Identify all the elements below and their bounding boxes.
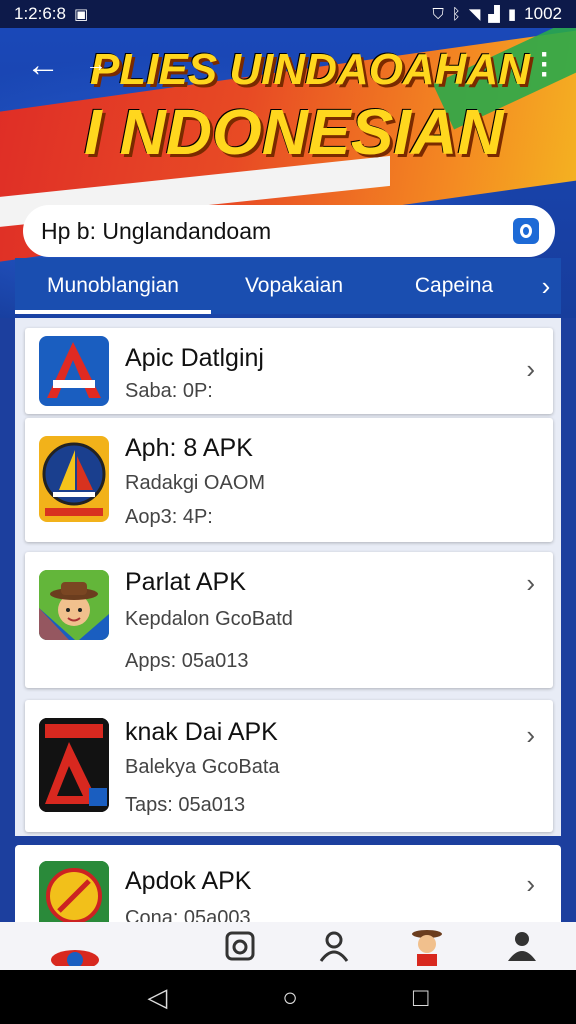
app-title: knak Dai APK xyxy=(125,718,278,746)
triangle-app-icon xyxy=(39,336,109,406)
chevron-right-icon[interactable]: › xyxy=(526,568,535,599)
list-item[interactable]: Apic Datlginj Saba: 0P: › xyxy=(25,328,553,414)
app-title: Aph: 8 APK xyxy=(125,434,253,462)
back-nav-icon[interactable]: ◁ xyxy=(147,982,167,1013)
group-icon[interactable] xyxy=(500,928,544,964)
chevron-right-icon[interactable]: › xyxy=(526,869,535,900)
app-detail: Apps: 05a013 xyxy=(125,650,249,672)
tab-bar: Munoblangian Vopakaian Capeina › xyxy=(15,258,561,314)
rocket-icon[interactable] xyxy=(40,928,110,966)
chevron-right-icon[interactable]: › xyxy=(526,720,535,751)
signal-icon: ▟ xyxy=(488,6,500,23)
system-nav-bar: ◁ ○ □ xyxy=(0,970,576,1024)
badge-app-icon xyxy=(39,861,109,931)
app-detail: Taps: 05a013 xyxy=(125,794,246,816)
app-detail: Aop3: 4P: xyxy=(125,506,213,528)
shield-icon: ⛉ xyxy=(432,5,444,23)
cowboy-app-icon xyxy=(39,570,109,640)
list-item[interactable]: Parlat APK Kepdalon GcoBatd Apps: 05a013… xyxy=(25,552,553,688)
chevron-right-icon[interactable]: › xyxy=(531,271,561,302)
person-icon[interactable] xyxy=(312,928,356,964)
app-title: Apic Datlginj xyxy=(125,344,264,372)
recents-nav-icon[interactable]: □ xyxy=(413,982,429,1013)
avatar[interactable] xyxy=(404,928,450,966)
app-detail: Kepdalon GcoBatd xyxy=(125,608,293,630)
wifi-icon: ◥ xyxy=(468,6,481,23)
list-item[interactable]: knak Dai APK Balekya GcoBata Taps: 05a01… xyxy=(25,700,553,832)
title-line-1: PLIES UINDAOAHAN xyxy=(90,45,531,94)
forward-arrow-icon[interactable]: → xyxy=(86,54,106,77)
notification-icon: ▣ xyxy=(74,6,89,23)
status-time: 1:2:6:8 xyxy=(14,4,66,23)
app-detail: Radakgi OAOM xyxy=(125,472,266,494)
search-icon[interactable] xyxy=(513,218,539,244)
search-input[interactable]: Hp b: Unglandandoam xyxy=(23,205,555,257)
app-detail: Balekya GcoBata xyxy=(125,756,280,778)
chat-icon[interactable] xyxy=(220,928,260,964)
sailboat-app-icon xyxy=(39,436,109,522)
status-right-text: 1002 xyxy=(524,4,562,23)
page-title: PLIES UINDAOAHAN I NDONESIAN xyxy=(84,45,560,165)
home-nav-icon[interactable]: ○ xyxy=(282,982,298,1013)
tab-capeina[interactable]: Capeina xyxy=(377,258,531,314)
battery-icon: ▮ xyxy=(507,6,517,23)
tab-vopakaian[interactable]: Vopakaian xyxy=(211,258,377,314)
back-arrow-icon[interactable]: ← xyxy=(26,46,60,85)
status-bar: 1:2:6:8 ▣ ⛉ ᛒ ◥ ▟ ▮ 1002 xyxy=(0,0,576,28)
app-detail: Saba: 0P: xyxy=(125,380,213,402)
list-item[interactable]: Aph: 8 APK Radakgi OAOM Aop3: 4P: xyxy=(25,418,553,542)
tab-munoblangian[interactable]: Munoblangian xyxy=(15,258,211,314)
more-vert-icon[interactable]: · · · xyxy=(540,40,550,90)
bottom-nav xyxy=(0,922,576,970)
bluetooth-icon: ᛒ xyxy=(451,5,461,23)
search-query[interactable]: Hp b: Unglandandoam xyxy=(41,218,271,245)
app-title: Apdok APK xyxy=(125,867,252,895)
app-title: Parlat APK xyxy=(125,568,246,596)
chevron-right-icon[interactable]: › xyxy=(526,354,535,385)
app-list: Apic Datlginj Saba: 0P: › Aph: 8 APK Rad… xyxy=(15,318,561,836)
red-triangle-app-icon xyxy=(39,718,109,812)
title-line-2: I NDONESIAN xyxy=(84,96,504,168)
